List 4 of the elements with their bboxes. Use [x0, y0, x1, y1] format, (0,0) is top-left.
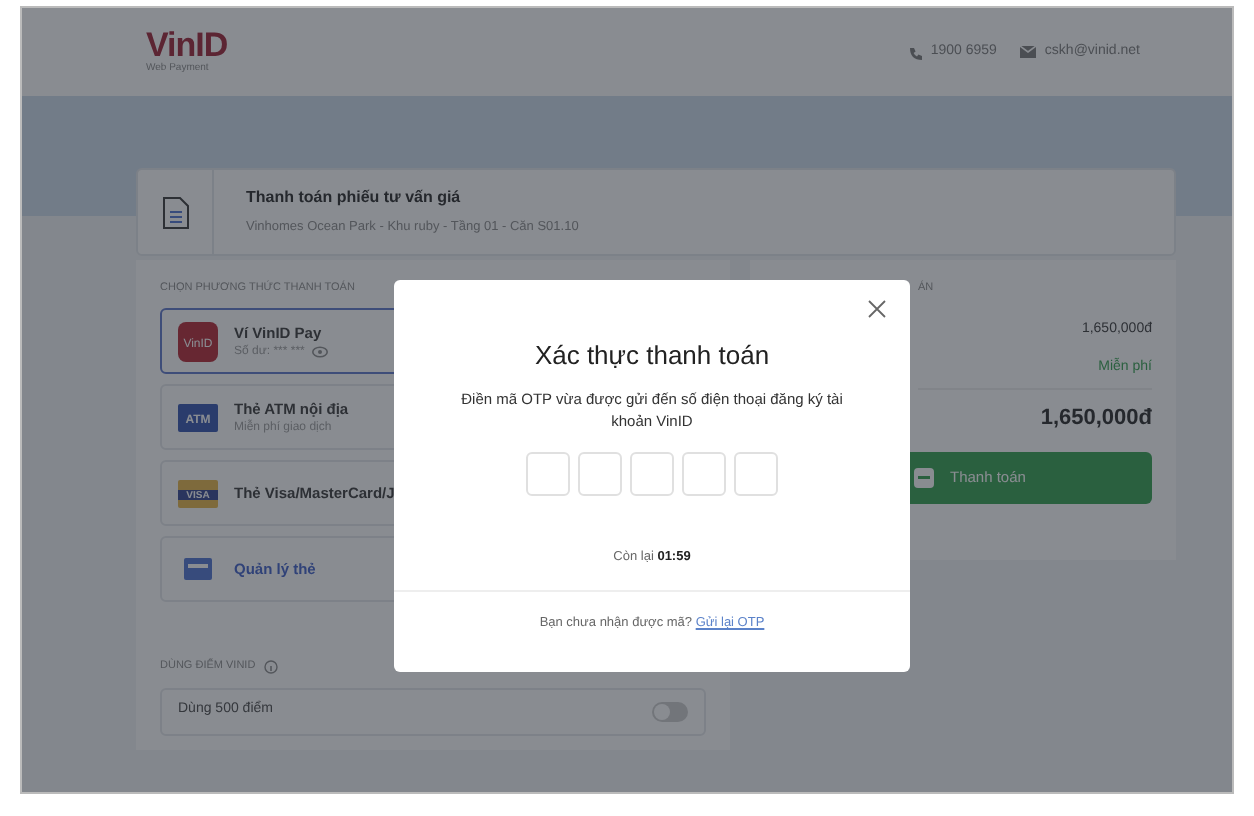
- order-title: Thanh toán phiếu tư vấn giá: [246, 186, 463, 211]
- total-value: 1,650,000đ: [918, 388, 1152, 436]
- dialog-title: Xác thực thanh toán: [532, 338, 772, 374]
- logo: VinID: [146, 27, 228, 62]
